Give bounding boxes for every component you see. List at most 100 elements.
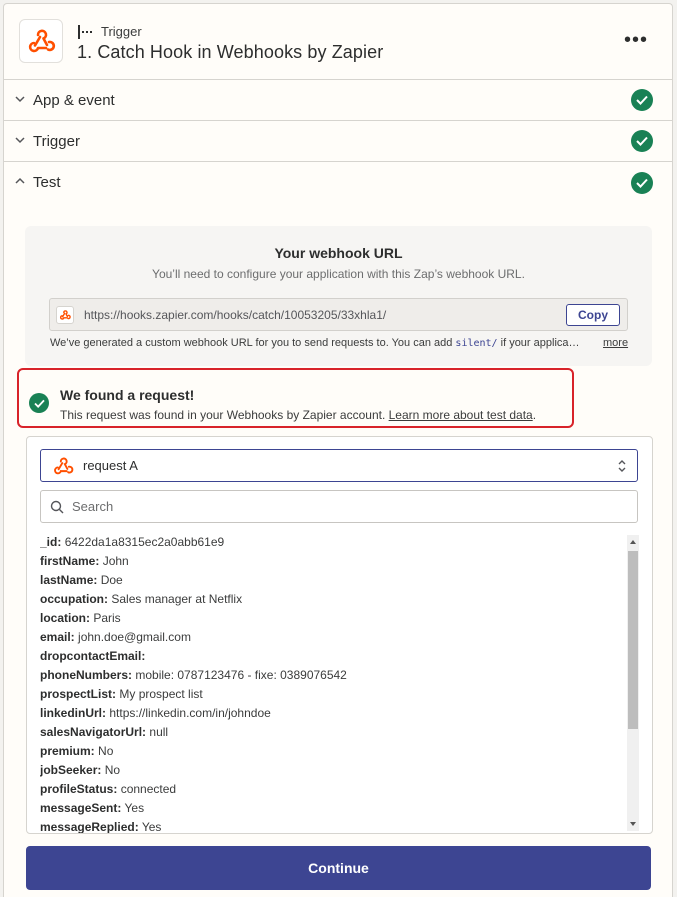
field-key: lastName: <box>40 573 98 587</box>
field-value: Sales manager at Netflix <box>111 592 243 606</box>
webhook-url-field[interactable]: https://hooks.zapier.com/hooks/catch/100… <box>49 298 628 331</box>
field-row: messageSent: Yes <box>40 799 620 818</box>
field-value: Doe <box>100 573 123 587</box>
fields-scrollbar[interactable] <box>627 535 639 831</box>
chevron-updown-icon <box>618 460 626 472</box>
field-value: https://linkedin.com/in/johndoe <box>109 706 271 720</box>
field-row: phoneNumbers: mobile: 0787123476 - fixe:… <box>40 666 620 685</box>
field-value: null <box>149 725 169 739</box>
webhook-url-card: Your webhook URL You’ll need to configur… <box>25 226 652 366</box>
field-key: phoneNumbers: <box>40 668 133 682</box>
field-value: Yes <box>124 801 145 815</box>
field-key: messageReplied: <box>40 820 139 833</box>
field-value: John <box>102 554 129 568</box>
scroll-up-icon[interactable] <box>629 538 637 546</box>
learn-more-link[interactable]: Learn more about test data <box>389 408 533 422</box>
webhook-url-title: Your webhook URL <box>274 245 403 261</box>
step-title: 1. Catch Hook in Webhooks by Zapier <box>77 42 384 62</box>
field-value: Yes <box>141 820 162 833</box>
step-type-label: Trigger <box>77 24 142 39</box>
field-key: location: <box>40 611 90 625</box>
scrollbar-thumb[interactable] <box>628 551 638 729</box>
webhook-icon <box>56 305 74 324</box>
webhook-icon <box>28 29 56 53</box>
field-row: dropcontactEmail: <box>40 647 620 666</box>
more-options-button[interactable]: ••• <box>624 30 648 50</box>
step-panel: Trigger 1. Catch Hook in Webhooks by Zap… <box>3 3 673 897</box>
found-text-body: This request was found in your Webhooks … <box>60 408 389 422</box>
field-key: linkedinUrl: <box>40 706 107 720</box>
found-request-text: This request was found in your Webhooks … <box>60 408 536 422</box>
field-key: prospectList: <box>40 687 117 701</box>
field-key: _id: <box>40 535 62 549</box>
request-select-value: request A <box>83 458 138 473</box>
field-key: salesNavigatorUrl: <box>40 725 147 739</box>
field-row: lastName: Doe <box>40 571 620 590</box>
field-row: occupation: Sales manager at Netflix <box>40 590 620 609</box>
note-code: silent/ <box>455 338 498 349</box>
field-value: Paris <box>93 611 121 625</box>
webhooks-logo <box>19 19 63 63</box>
note-text-end: if your applicati... <box>497 337 580 349</box>
field-row: jobSeeker: No <box>40 761 620 780</box>
found-request-alert: We found a request! This request was fou… <box>17 368 574 428</box>
field-key: email: <box>40 630 75 644</box>
request-fields-list: _id: 6422da1a8315ec2a0abb61e9 firstName: … <box>40 533 620 833</box>
search-field[interactable] <box>40 490 638 523</box>
copy-button[interactable]: Copy <box>566 304 620 326</box>
field-value: My prospect list <box>119 687 203 701</box>
field-value: john.doe@gmail.com <box>78 630 191 644</box>
check-circle-icon <box>631 171 653 194</box>
webhook-url-subtitle: You’ll need to configure your applicatio… <box>152 267 525 281</box>
field-row: linkedinUrl: https://linkedin.com/in/joh… <box>40 704 620 723</box>
check-circle-icon <box>631 89 653 111</box>
field-key: profileStatus: <box>40 782 118 796</box>
webhook-icon <box>52 455 74 477</box>
field-row: salesNavigatorUrl: null <box>40 723 620 742</box>
chevron-down-icon <box>15 137 25 144</box>
field-row: profileStatus: connected <box>40 780 620 799</box>
request-panel: request A _id: 6422da1a8315ec2a0abb61e9f… <box>26 436 653 834</box>
search-icon <box>50 500 64 513</box>
field-key: jobSeeker: <box>40 763 102 777</box>
field-row: email: john.doe@gmail.com <box>40 628 620 647</box>
search-input[interactable] <box>72 499 592 514</box>
field-value: connected <box>120 782 177 796</box>
field-value: 6422da1a8315ec2a0abb61e9 <box>64 535 225 549</box>
field-key: messageSent: <box>40 801 122 815</box>
field-value: No <box>98 744 114 758</box>
field-row: location: Paris <box>40 609 620 628</box>
chevron-up-icon <box>15 177 25 184</box>
field-row: messageReplied: Yes <box>40 818 620 833</box>
field-value: mobile: 0787123476 - fixe: 0389076542 <box>135 668 347 682</box>
request-select[interactable]: request A <box>40 449 638 482</box>
step-header: Trigger 1. Catch Hook in Webhooks by Zap… <box>4 4 672 80</box>
field-key: occupation: <box>40 592 108 606</box>
section-label: Test <box>33 174 61 191</box>
scroll-down-icon[interactable] <box>629 820 637 828</box>
field-key: firstName: <box>40 554 100 568</box>
field-key: dropcontactEmail: <box>40 649 146 663</box>
check-circle-icon <box>29 393 49 413</box>
webhook-url-note: We’ve generated a custom webhook URL for… <box>50 337 580 349</box>
check-circle-icon <box>631 130 653 152</box>
continue-button[interactable]: Continue <box>26 846 651 890</box>
found-text-end: . <box>532 408 537 422</box>
chevron-down-icon <box>15 96 25 103</box>
webhook-url-value: https://hooks.zapier.com/hooks/catch/100… <box>84 307 387 322</box>
section-label: App & event <box>33 91 115 109</box>
section-app-event[interactable]: App & event <box>4 80 672 121</box>
section-label: Trigger <box>33 132 80 150</box>
note-text: We’ve generated a custom webhook URL for… <box>50 337 456 349</box>
section-test[interactable]: Test <box>4 162 672 203</box>
trigger-icon <box>78 24 92 39</box>
step-type-text: Trigger <box>101 24 142 39</box>
more-link[interactable]: more <box>603 337 628 349</box>
field-row: premium: No <box>40 742 620 761</box>
section-trigger[interactable]: Trigger <box>4 121 672 162</box>
field-row: firstName: John <box>40 552 620 571</box>
field-row: _id: 6422da1a8315ec2a0abb61e9 <box>40 533 620 552</box>
found-request-title: We found a request! <box>60 387 195 403</box>
field-key: premium: <box>40 744 95 758</box>
field-row: prospectList: My prospect list <box>40 685 620 704</box>
